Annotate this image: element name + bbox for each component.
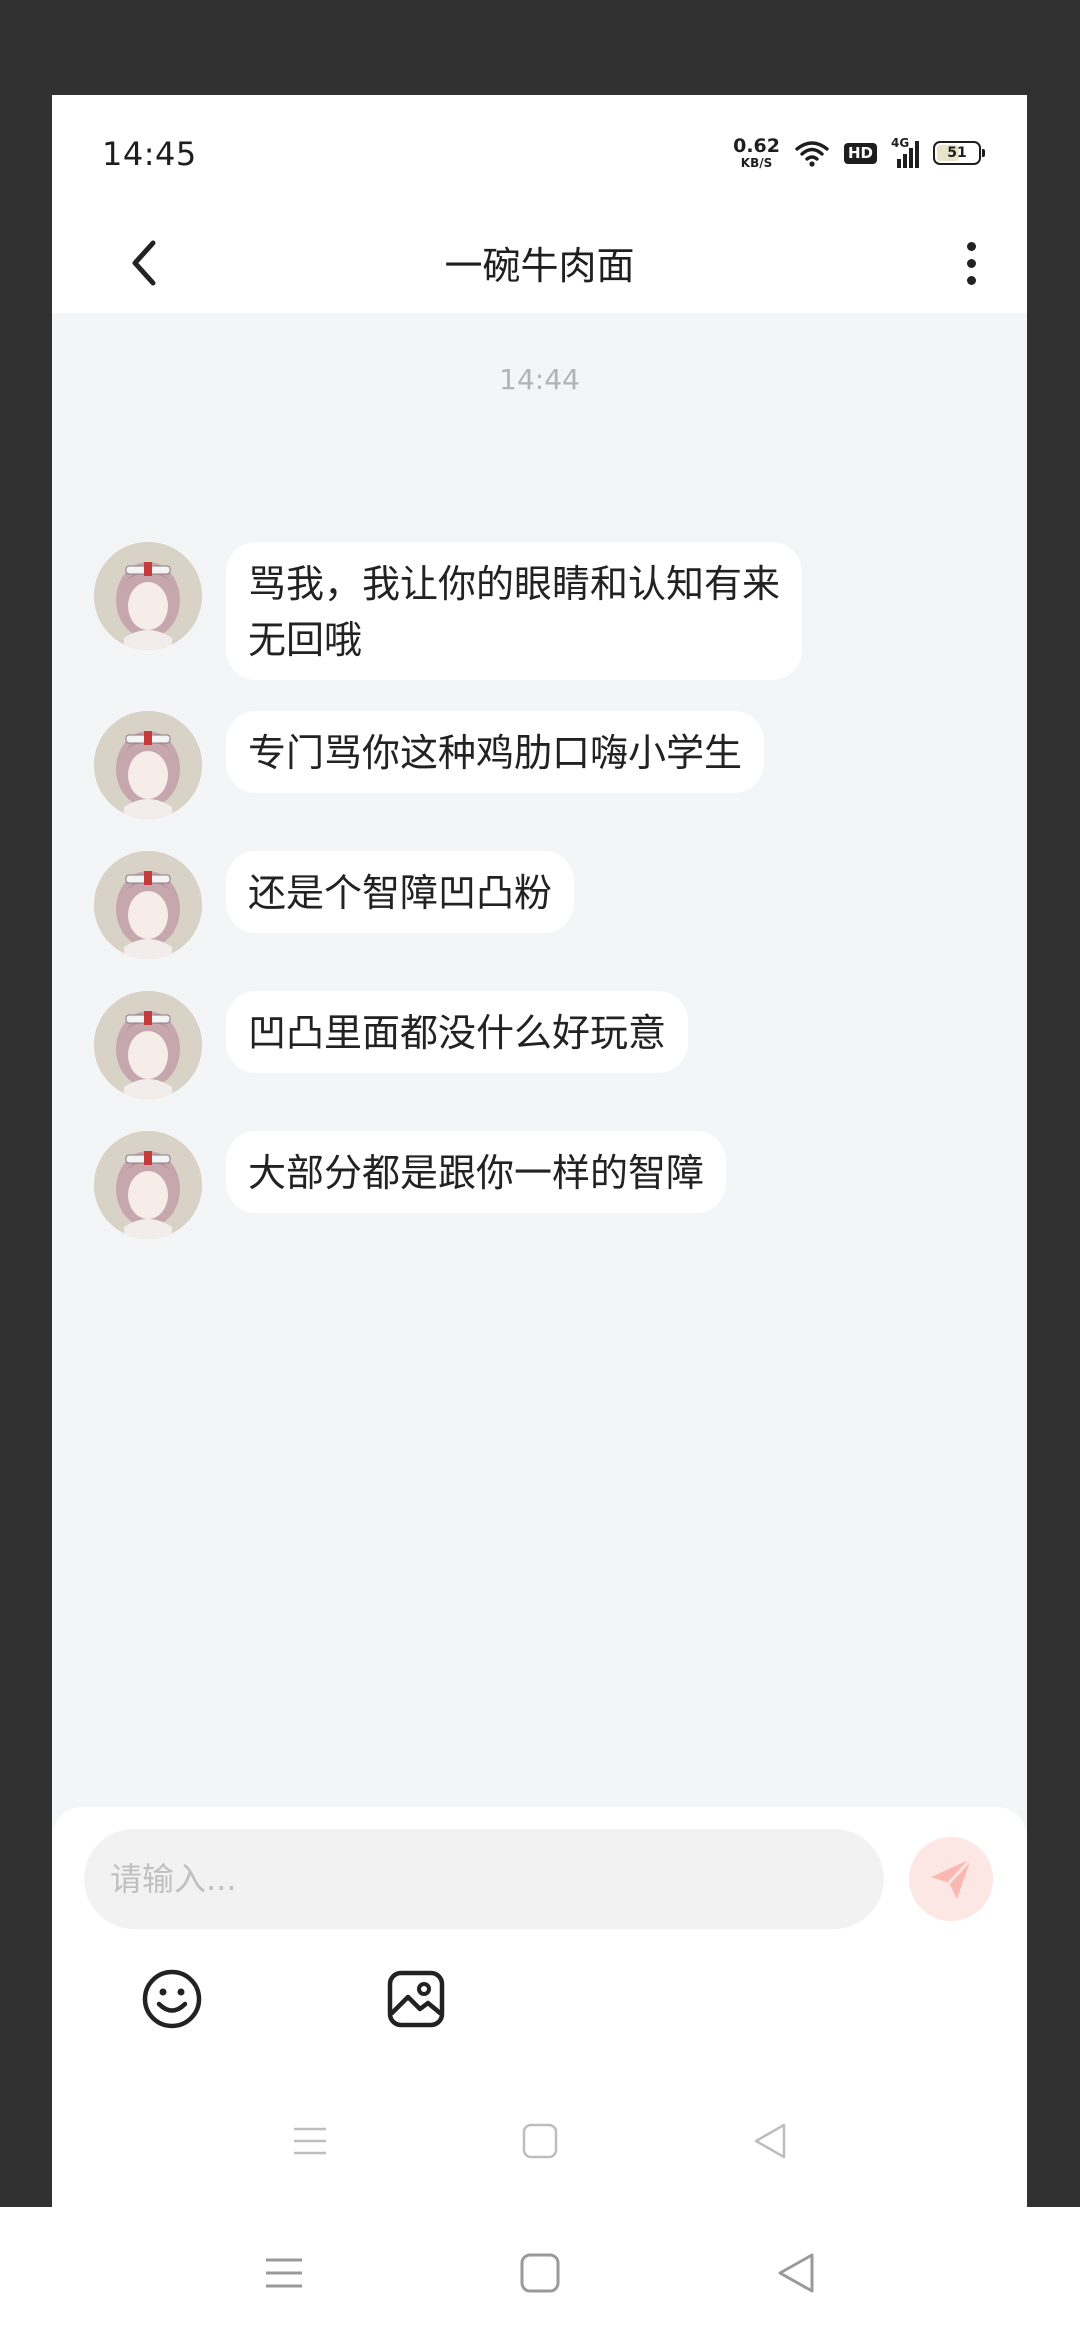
phone-screen: 14:45 0.62 KB/S HD 4G 51 一碗牛肉面 14:44 骂我，…: [52, 95, 1027, 2207]
emoji-button[interactable]: [140, 1967, 204, 2031]
network-speed: 0.62 KB/S: [733, 135, 780, 170]
status-time: 14:45: [102, 135, 197, 173]
image-button[interactable]: [384, 1967, 448, 2031]
message-text: 专门骂你这种鸡肋口嗨小学生: [248, 731, 743, 775]
message-row: 骂我，我让你的眼睛和认知有来 无回哦: [94, 542, 803, 680]
back-triangle-icon[interactable]: [746, 2117, 794, 2165]
send-icon: [931, 1857, 973, 1899]
message-bubble[interactable]: 凹凸里面都没什么好玩意: [226, 991, 689, 1073]
chat-title: 一碗牛肉面: [444, 244, 635, 288]
avatar[interactable]: [94, 991, 202, 1099]
system-navigation-bar: [0, 2207, 1080, 2340]
avatar[interactable]: [94, 542, 202, 650]
chat-header: 一碗牛肉面: [52, 213, 1027, 313]
smiley-icon: [142, 1969, 202, 2029]
network-speed-unit: KB/S: [740, 156, 773, 170]
message-row: 大部分都是跟你一样的智障: [94, 1131, 727, 1239]
image-icon: [387, 1970, 445, 2028]
wifi-icon: [795, 141, 829, 167]
message-text: 还是个智障凹凸粉: [248, 871, 553, 915]
message-text: 骂我，我让你的眼睛和认知有来: [248, 562, 781, 606]
message-input[interactable]: [84, 1829, 884, 1929]
input-panel: [52, 1807, 1027, 2207]
message-text: 凹凸里面都没什么好玩意: [248, 1011, 667, 1055]
more-vertical-icon: [966, 241, 976, 251]
send-button[interactable]: [909, 1837, 993, 1921]
home-icon[interactable]: [516, 2117, 564, 2165]
message-row: 凹凸里面都没什么好玩意: [94, 991, 689, 1099]
status-bar: 14:45 0.62 KB/S HD 4G 51: [52, 95, 1027, 213]
menu-icon[interactable]: [258, 2247, 310, 2299]
inner-navigation-bar: [52, 2117, 1027, 2177]
message-bubble[interactable]: 大部分都是跟你一样的智障: [226, 1131, 727, 1213]
message-row: 专门骂你这种鸡肋口嗨小学生: [94, 711, 765, 819]
message-row: 还是个智障凹凸粉: [94, 851, 575, 959]
battery-icon: 51: [933, 141, 985, 165]
network-type-label: 4G: [891, 136, 910, 150]
message-text: 无回哦: [248, 618, 363, 662]
message-bubble[interactable]: 骂我，我让你的眼睛和认知有来 无回哦: [226, 542, 803, 680]
network-speed-value: 0.62: [733, 135, 780, 157]
avatar[interactable]: [94, 711, 202, 819]
status-icons: 0.62 KB/S HD 4G 51: [733, 133, 985, 173]
message-text: 大部分都是跟你一样的智障: [248, 1151, 705, 1195]
message-bubble[interactable]: 专门骂你这种鸡肋口嗨小学生: [226, 711, 765, 793]
avatar[interactable]: [94, 851, 202, 959]
menu-icon[interactable]: [286, 2117, 334, 2165]
message-bubble[interactable]: 还是个智障凹凸粉: [226, 851, 575, 933]
home-icon[interactable]: [514, 2247, 566, 2299]
back-triangle-icon[interactable]: [770, 2247, 822, 2299]
message-timestamp: 14:44: [499, 363, 580, 396]
more-options-button[interactable]: [951, 231, 991, 295]
battery-level: 51: [947, 145, 967, 161]
cell-signal-icon: 4G: [891, 136, 919, 168]
avatar[interactable]: [94, 1131, 202, 1239]
hd-badge: HD: [843, 142, 877, 164]
